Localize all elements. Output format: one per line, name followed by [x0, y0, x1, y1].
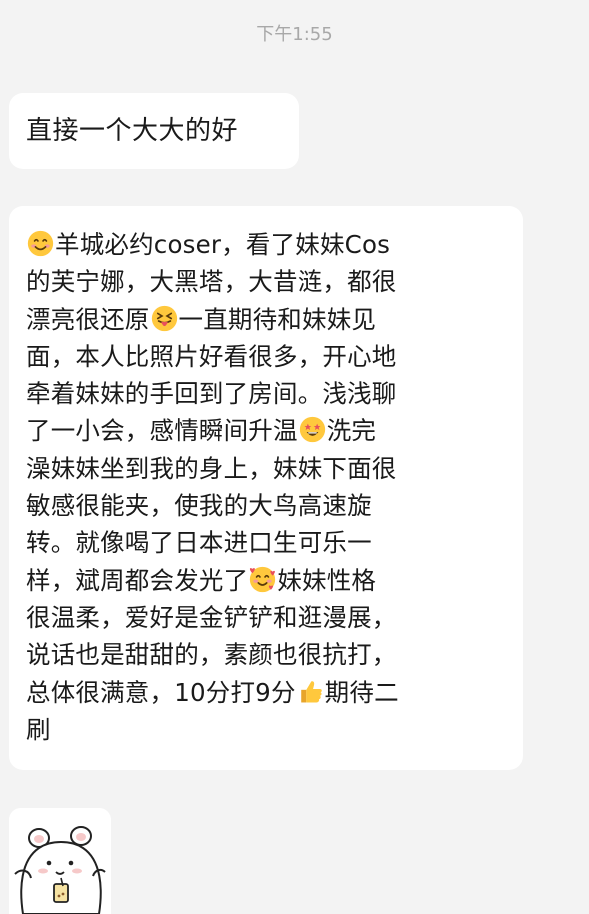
message-text-segment: 了一小会，感情瞬间升温: [26, 416, 298, 446]
message-line: 刷: [26, 711, 507, 748]
smiling-face-icon: [27, 230, 54, 257]
message-line: 了一小会，感情瞬间升温 洗完: [26, 412, 507, 449]
message-text-segment: 一直期待和妹妹见: [178, 304, 377, 334]
message-text-segment: 刷: [26, 714, 51, 744]
message-text-segment: 漂亮很还原: [26, 304, 150, 334]
message-line: 羊城必约coser，看了妹妹Cos: [26, 226, 507, 263]
message-text-segment: 敏感很能夹，使我的大鸟高速旋: [26, 491, 372, 521]
message-text-segment: 羊城必约coser，看了妹妹Cos: [55, 230, 391, 259]
message-text-segment: 样，斌周都会发光了: [26, 565, 249, 595]
message-line: 澡妹妹坐到我的身上，妹妹下面很: [26, 450, 507, 487]
message-text-segment: 期待二: [324, 677, 399, 707]
message-text-segment: 直接一个大大的好: [26, 116, 239, 146]
chat-bubble[interactable]: 羊城必约coser，看了妹妹Cos 的芙宁娜，大黑塔，大昔涟，都很 漂亮很还原 一直期…: [9, 206, 523, 770]
thumbs-up-icon: [300, 680, 322, 703]
message-line: 很温柔，爱好是金铲铲和逛漫展，: [26, 599, 507, 636]
message-text-segment: 总体很满意，10分打9分: [26, 677, 296, 707]
message-line: 漂亮很还原 一直期待和妹妹见: [26, 301, 507, 338]
message-text-segment: 转。就像喝了日本进口生可乐一: [26, 528, 372, 558]
chat-bubble[interactable]: 直接一个大大的好: [9, 93, 299, 169]
bear-sticker-image[interactable]: [9, 808, 111, 914]
message-line: 总体很满意，10分打9分 期待二: [26, 674, 507, 711]
message-line: 牵着妹妹的手回到了房间。浅浅聊: [26, 375, 507, 412]
message-line: 的芙宁娜，大黑塔，大昔涟，都很: [26, 263, 507, 300]
message-timestamp: 下午1:55: [256, 24, 333, 45]
message-text-segment: 的芙宁娜，大黑塔，大昔涟，都很: [26, 267, 397, 297]
message-text-segment: 洗完: [326, 416, 377, 446]
smiling-face-with-hearts-icon: [250, 566, 276, 592]
message-line: 面，本人比照片好看很多，开心地: [26, 338, 507, 375]
message-line: 样，斌周都会发光了 妹妹性格: [26, 562, 507, 599]
squinting-tongue-face-icon: [151, 305, 177, 331]
message-text: 羊城必约coser，看了妹妹Cos 的芙宁娜，大黑塔，大昔涟，都很 漂亮很还原 一直期…: [26, 226, 507, 748]
message-line: 敏感很能夹，使我的大鸟高速旋: [26, 487, 507, 524]
message-text-segment: 澡妹妹坐到我的身上，妹妹下面很: [26, 453, 397, 483]
bear-sticker-icon: [9, 808, 111, 914]
message-text-segment: 牵着妹妹的手回到了房间。浅浅聊: [26, 379, 397, 409]
message-line: 直接一个大大的好: [26, 114, 238, 148]
message-text-segment: 面，本人比照片好看很多，开心地: [26, 341, 397, 371]
star-struck-face-icon: [299, 417, 325, 443]
message-text: 直接一个大大的好: [26, 114, 238, 148]
message-text-segment: 妹妹性格: [277, 565, 377, 595]
message-line: 说话也是甜甜的，素颜也很抗打，: [26, 636, 507, 673]
message-text-segment: 很温柔，爱好是金铲铲和逛漫展，: [26, 602, 397, 632]
message-line: 转。就像喝了日本进口生可乐一: [26, 524, 507, 561]
message-text-segment: 说话也是甜甜的，素颜也很抗打，: [26, 640, 397, 670]
